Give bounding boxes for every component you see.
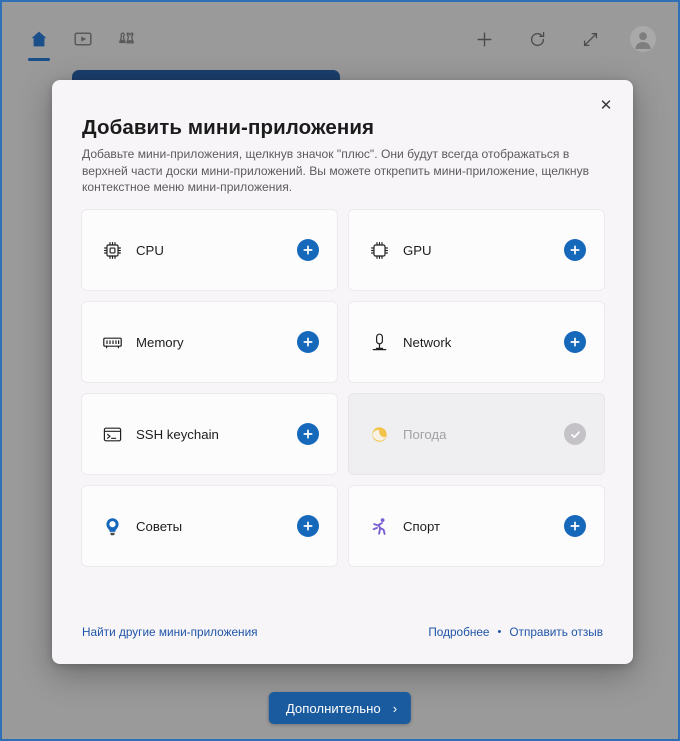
cpu-chip-icon xyxy=(101,239,123,261)
widget-label: Советы xyxy=(136,518,183,534)
terminal-icon xyxy=(101,423,123,445)
expand-icon[interactable] xyxy=(577,26,603,52)
dialog-footer: Найти другие мини-приложения Подробнее •… xyxy=(82,625,603,639)
add-widget-button-tips[interactable] xyxy=(297,515,319,537)
widget-label: GPU xyxy=(403,242,432,258)
widget-added-check-icon xyxy=(564,423,586,445)
video-icon[interactable] xyxy=(70,26,96,52)
footer-separator: • xyxy=(497,626,502,638)
chevron-right-icon: › xyxy=(392,700,398,716)
more-button-label: Дополнительно xyxy=(285,700,381,716)
page-title: Добавить мини-приложения xyxy=(82,116,375,139)
chess-icon[interactable] xyxy=(114,26,140,52)
widget-card-cpu[interactable]: CPU xyxy=(81,209,338,291)
running-person-icon xyxy=(368,515,390,537)
gpu-chip-icon xyxy=(368,239,390,261)
find-more-widgets-link[interactable]: Найти другие мини-приложения xyxy=(82,625,258,639)
widget-card-weather: Погода xyxy=(348,393,605,475)
memory-ram-icon xyxy=(101,331,123,353)
widget-label: Memory xyxy=(136,334,184,350)
widget-label: Network xyxy=(403,334,452,350)
app-window: ✕ Добавить мини-приложения Добавьте мини… xyxy=(0,0,680,741)
widget-label: Погода xyxy=(403,426,447,442)
add-widget-button-memory[interactable] xyxy=(297,331,319,353)
plus-icon[interactable] xyxy=(471,26,497,52)
widget-card-tips[interactable]: Советы xyxy=(81,485,338,567)
send-feedback-link[interactable]: Отправить отзыв xyxy=(509,625,603,639)
add-widget-button-sports[interactable] xyxy=(564,515,586,537)
widget-card-network[interactable]: Network xyxy=(348,301,605,383)
toolbar-left-group xyxy=(26,26,140,61)
close-icon[interactable]: ✕ xyxy=(589,90,623,120)
more-button[interactable]: Дополнительно › xyxy=(268,692,412,724)
learn-more-link[interactable]: Подробнее xyxy=(428,625,489,639)
widget-label: SSH keychain xyxy=(136,426,219,442)
add-widget-button-gpu[interactable] xyxy=(564,239,586,261)
widget-card-sports[interactable]: Спорт xyxy=(348,485,605,567)
network-icon xyxy=(368,331,390,353)
widget-card-gpu[interactable]: GPU xyxy=(348,209,605,291)
toolbar-right-group xyxy=(471,26,656,52)
toolbar xyxy=(4,4,676,74)
lightbulb-icon xyxy=(101,515,123,537)
footer-right-group: Подробнее • Отправить отзыв xyxy=(428,625,603,639)
avatar[interactable] xyxy=(630,26,656,52)
widget-grid: CPU GPU Memory Network SSH keychain Пого… xyxy=(81,209,605,567)
add-widget-button-cpu[interactable] xyxy=(297,239,319,261)
add-widget-button-ssh-keychain[interactable] xyxy=(297,423,319,445)
widget-card-ssh-keychain[interactable]: SSH keychain xyxy=(81,393,338,475)
add-widget-button-network[interactable] xyxy=(564,331,586,353)
widget-label: CPU xyxy=(136,242,164,258)
dialog-description: Добавьте мини-приложения, щелкнув значок… xyxy=(82,147,590,195)
widget-label: Спорт xyxy=(403,518,441,534)
refresh-icon[interactable] xyxy=(524,26,550,52)
add-widgets-dialog: ✕ Добавить мини-приложения Добавьте мини… xyxy=(52,80,633,664)
home-icon[interactable] xyxy=(26,26,52,61)
widget-card-memory[interactable]: Memory xyxy=(81,301,338,383)
weather-sun-cloud-icon xyxy=(368,423,390,445)
